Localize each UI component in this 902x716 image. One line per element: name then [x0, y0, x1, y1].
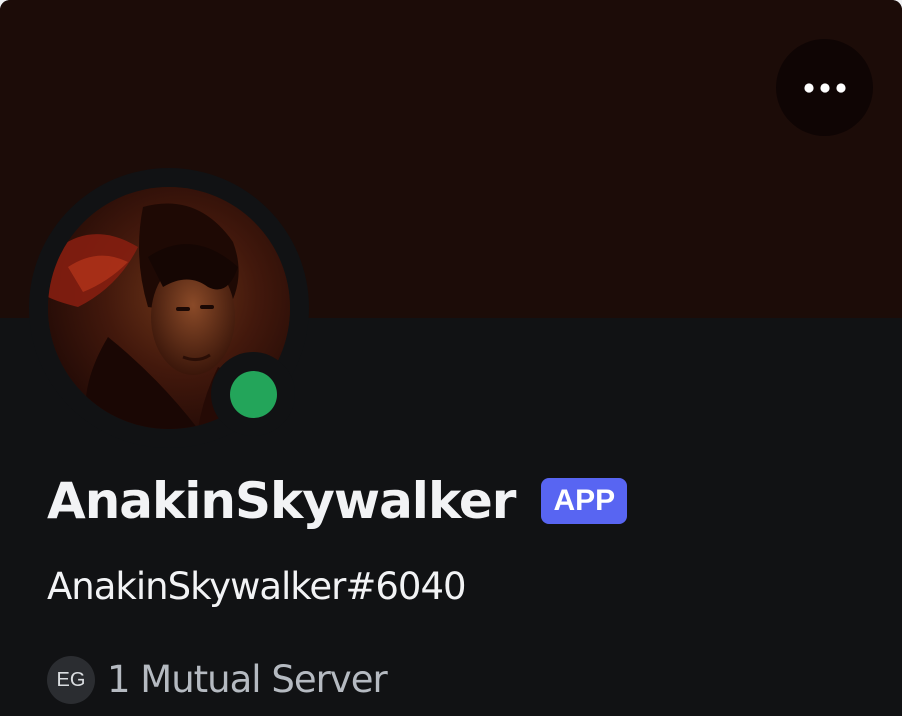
more-options-button[interactable] [776, 39, 873, 136]
display-name: AnakinSkywalker [47, 472, 516, 530]
online-status-icon [230, 371, 277, 418]
user-profile-card: AnakinSkywalker APP AnakinSkywalker#6040… [0, 0, 902, 716]
server-icon: EG [47, 656, 95, 704]
username[interactable]: AnakinSkywalker#6040 [47, 561, 467, 613]
app-badge: APP [541, 478, 628, 524]
name-row: AnakinSkywalker APP [47, 470, 628, 532]
mutual-servers-label: 1 Mutual Server [107, 658, 388, 701]
more-options-icon [803, 82, 846, 93]
mutual-servers-link[interactable]: EG 1 Mutual Server [47, 654, 388, 706]
